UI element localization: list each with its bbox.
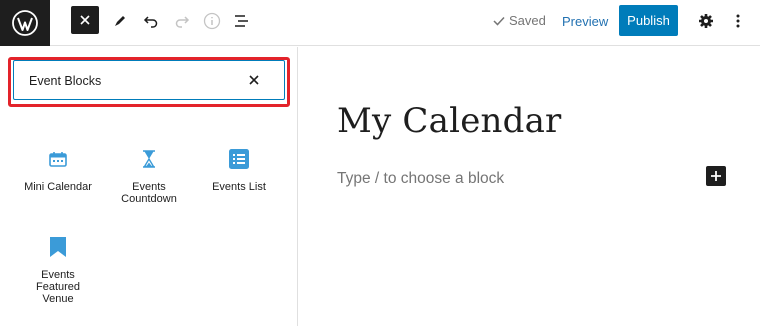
hourglass-icon <box>103 147 195 171</box>
block-events-countdown[interactable]: Events Countdown <box>103 147 195 205</box>
list-view-icon <box>235 15 248 27</box>
check-icon <box>493 16 505 26</box>
undo-button[interactable] <box>137 7 165 35</box>
block-mini-calendar[interactable]: Mini Calendar <box>12 147 104 193</box>
block-events-featured-venue[interactable]: Events Featured Venue <box>12 235 104 305</box>
post-title[interactable]: My Calendar <box>337 101 562 141</box>
redo-icon <box>175 16 190 28</box>
options-button[interactable] <box>724 7 752 35</box>
calendar-icon <box>12 147 104 171</box>
block-search-input[interactable]: Event Blocks <box>13 60 285 100</box>
close-icon <box>249 75 259 85</box>
block-label: Events List <box>212 181 266 193</box>
details-button[interactable] <box>198 7 226 35</box>
add-block-button[interactable] <box>706 166 726 186</box>
close-icon <box>80 15 90 25</box>
preview-button[interactable]: Preview <box>562 14 608 29</box>
block-label: Events Featured Venue <box>35 269 81 305</box>
top-toolbar: Saved Preview Publish <box>0 0 760 46</box>
redo-button[interactable] <box>168 7 196 35</box>
list-icon <box>193 147 285 171</box>
block-events-list[interactable]: Events List <box>193 147 285 193</box>
saved-status: Saved <box>493 13 546 28</box>
list-view-button[interactable] <box>228 7 256 35</box>
settings-button[interactable] <box>692 7 720 35</box>
publish-button[interactable]: Publish <box>619 5 678 36</box>
clear-search-button[interactable] <box>245 71 263 89</box>
block-placeholder[interactable]: Type / to choose a block <box>337 170 504 188</box>
tools-button[interactable] <box>106 7 134 35</box>
wordpress-logo-icon[interactable] <box>0 0 50 46</box>
block-label: Events Countdown <box>121 181 177 205</box>
pencil-icon <box>115 16 125 26</box>
info-icon <box>203 12 221 30</box>
close-inserter-button[interactable] <box>71 6 99 34</box>
search-input-value[interactable]: Event Blocks <box>29 74 101 88</box>
more-vertical-icon <box>736 14 740 28</box>
block-inserter-panel: Event Blocks Mini Calendar Events Countd… <box>0 47 298 326</box>
gear-icon <box>699 14 713 28</box>
plus-icon <box>711 171 721 181</box>
undo-icon <box>143 16 158 28</box>
bookmark-icon <box>12 235 104 259</box>
block-label: Mini Calendar <box>24 181 92 193</box>
saved-label: Saved <box>509 13 546 28</box>
